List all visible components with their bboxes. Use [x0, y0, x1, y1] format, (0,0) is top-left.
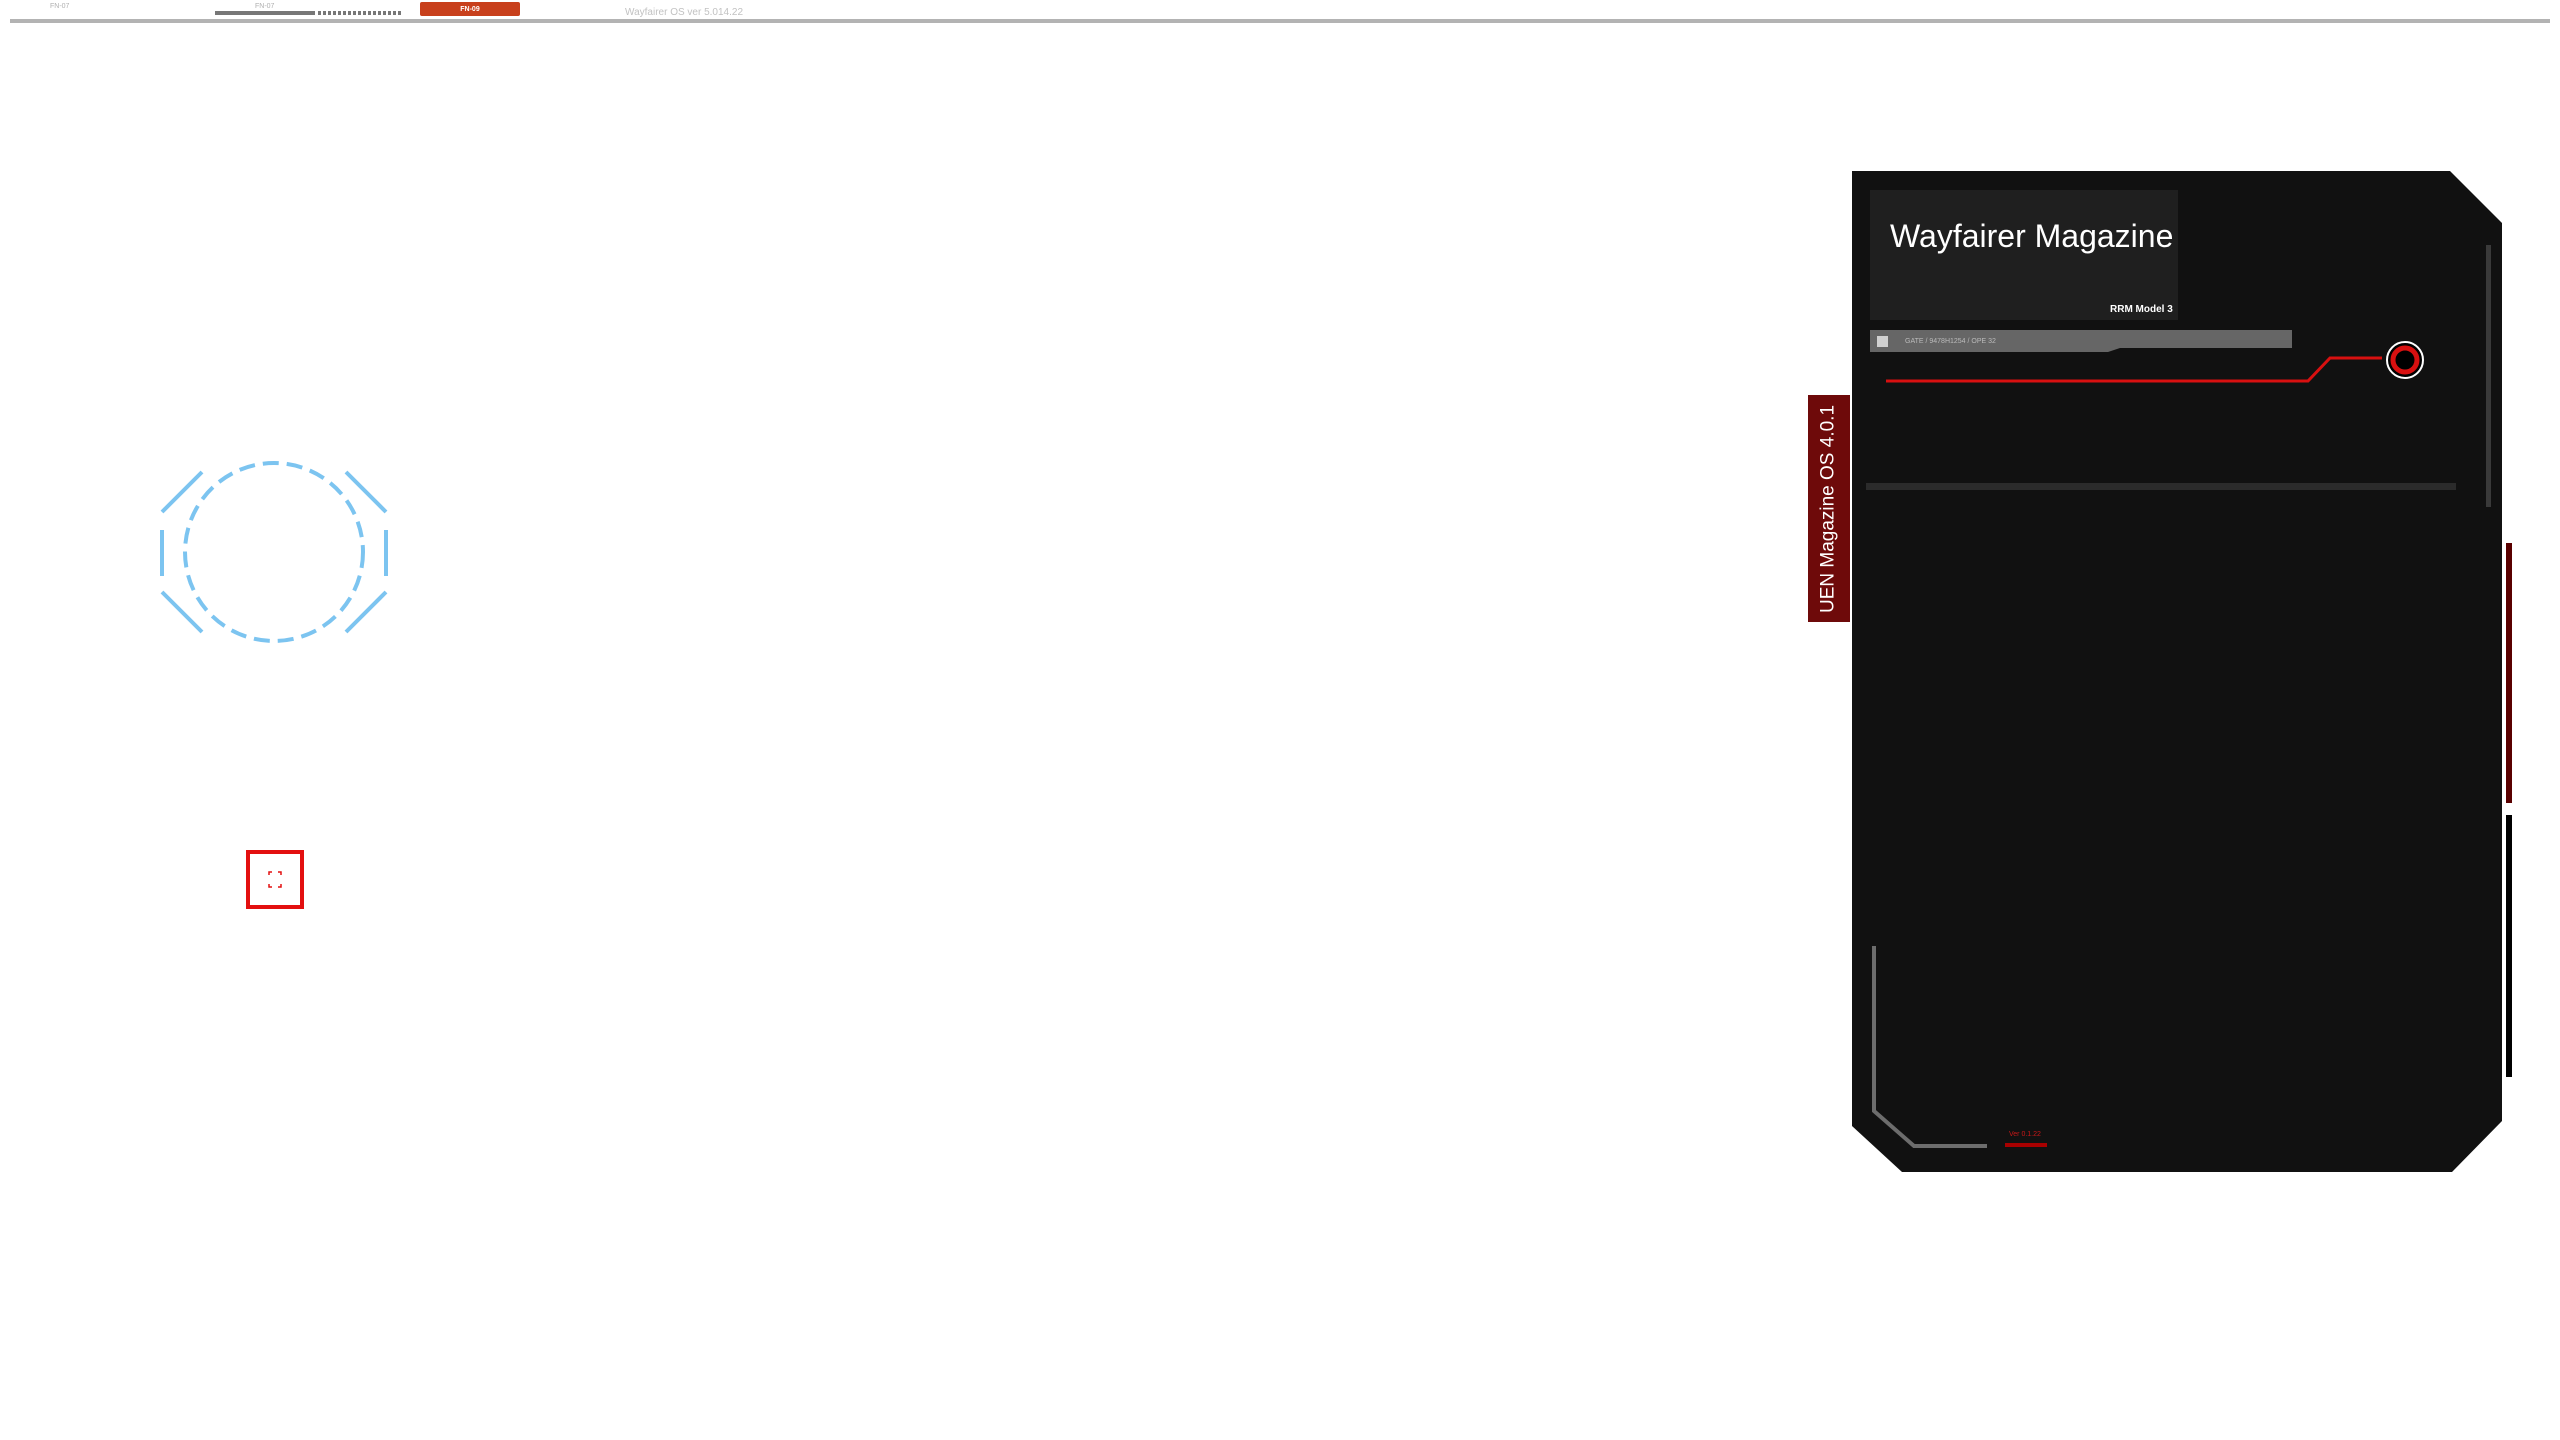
top-bar: FN-07 FN-07 FN-09 Wayfairer OS ver 5.014…	[0, 0, 2560, 24]
panel-scrollbar[interactable]	[2486, 245, 2491, 507]
top-bar-divider	[10, 19, 2550, 23]
tab-fn07-second[interactable]: FN-07	[255, 3, 274, 10]
tab-fn07-progress-dashed	[318, 11, 402, 15]
side-accent-black	[2506, 815, 2512, 1077]
info-checkbox[interactable]	[1877, 336, 1888, 347]
panel-version-underline	[2005, 1143, 2047, 1147]
tab-fn09-active[interactable]: FN-09	[420, 2, 520, 16]
focus-frame-icon	[268, 871, 282, 888]
tab-fn07-progress-solid	[215, 11, 315, 15]
side-accent-red	[2506, 543, 2512, 803]
os-version-label: Wayfairer OS ver 5.014.22	[625, 7, 744, 18]
panel-version-label: Ver 0.1.22	[2009, 1131, 2041, 1138]
dashed-octagon-ring-icon	[160, 461, 388, 643]
side-tab-label: UEN Magazine OS 4.0.1	[1817, 404, 1839, 614]
panel-title: Wayfairer Magazine	[1890, 218, 2174, 254]
record-ring-icon[interactable]	[2384, 339, 2426, 381]
panel-model-label: RRM Model 3	[2110, 304, 2173, 315]
panel-title-card	[1870, 190, 2178, 320]
tab-fn07-first[interactable]: FN-07	[50, 3, 69, 10]
info-strip-text: GATE / 9478H1254 / OPE 32	[1905, 338, 1996, 345]
focus-button[interactable]	[246, 850, 304, 909]
panel-divider	[1866, 483, 2456, 490]
magazine-panel	[1852, 171, 2502, 1172]
